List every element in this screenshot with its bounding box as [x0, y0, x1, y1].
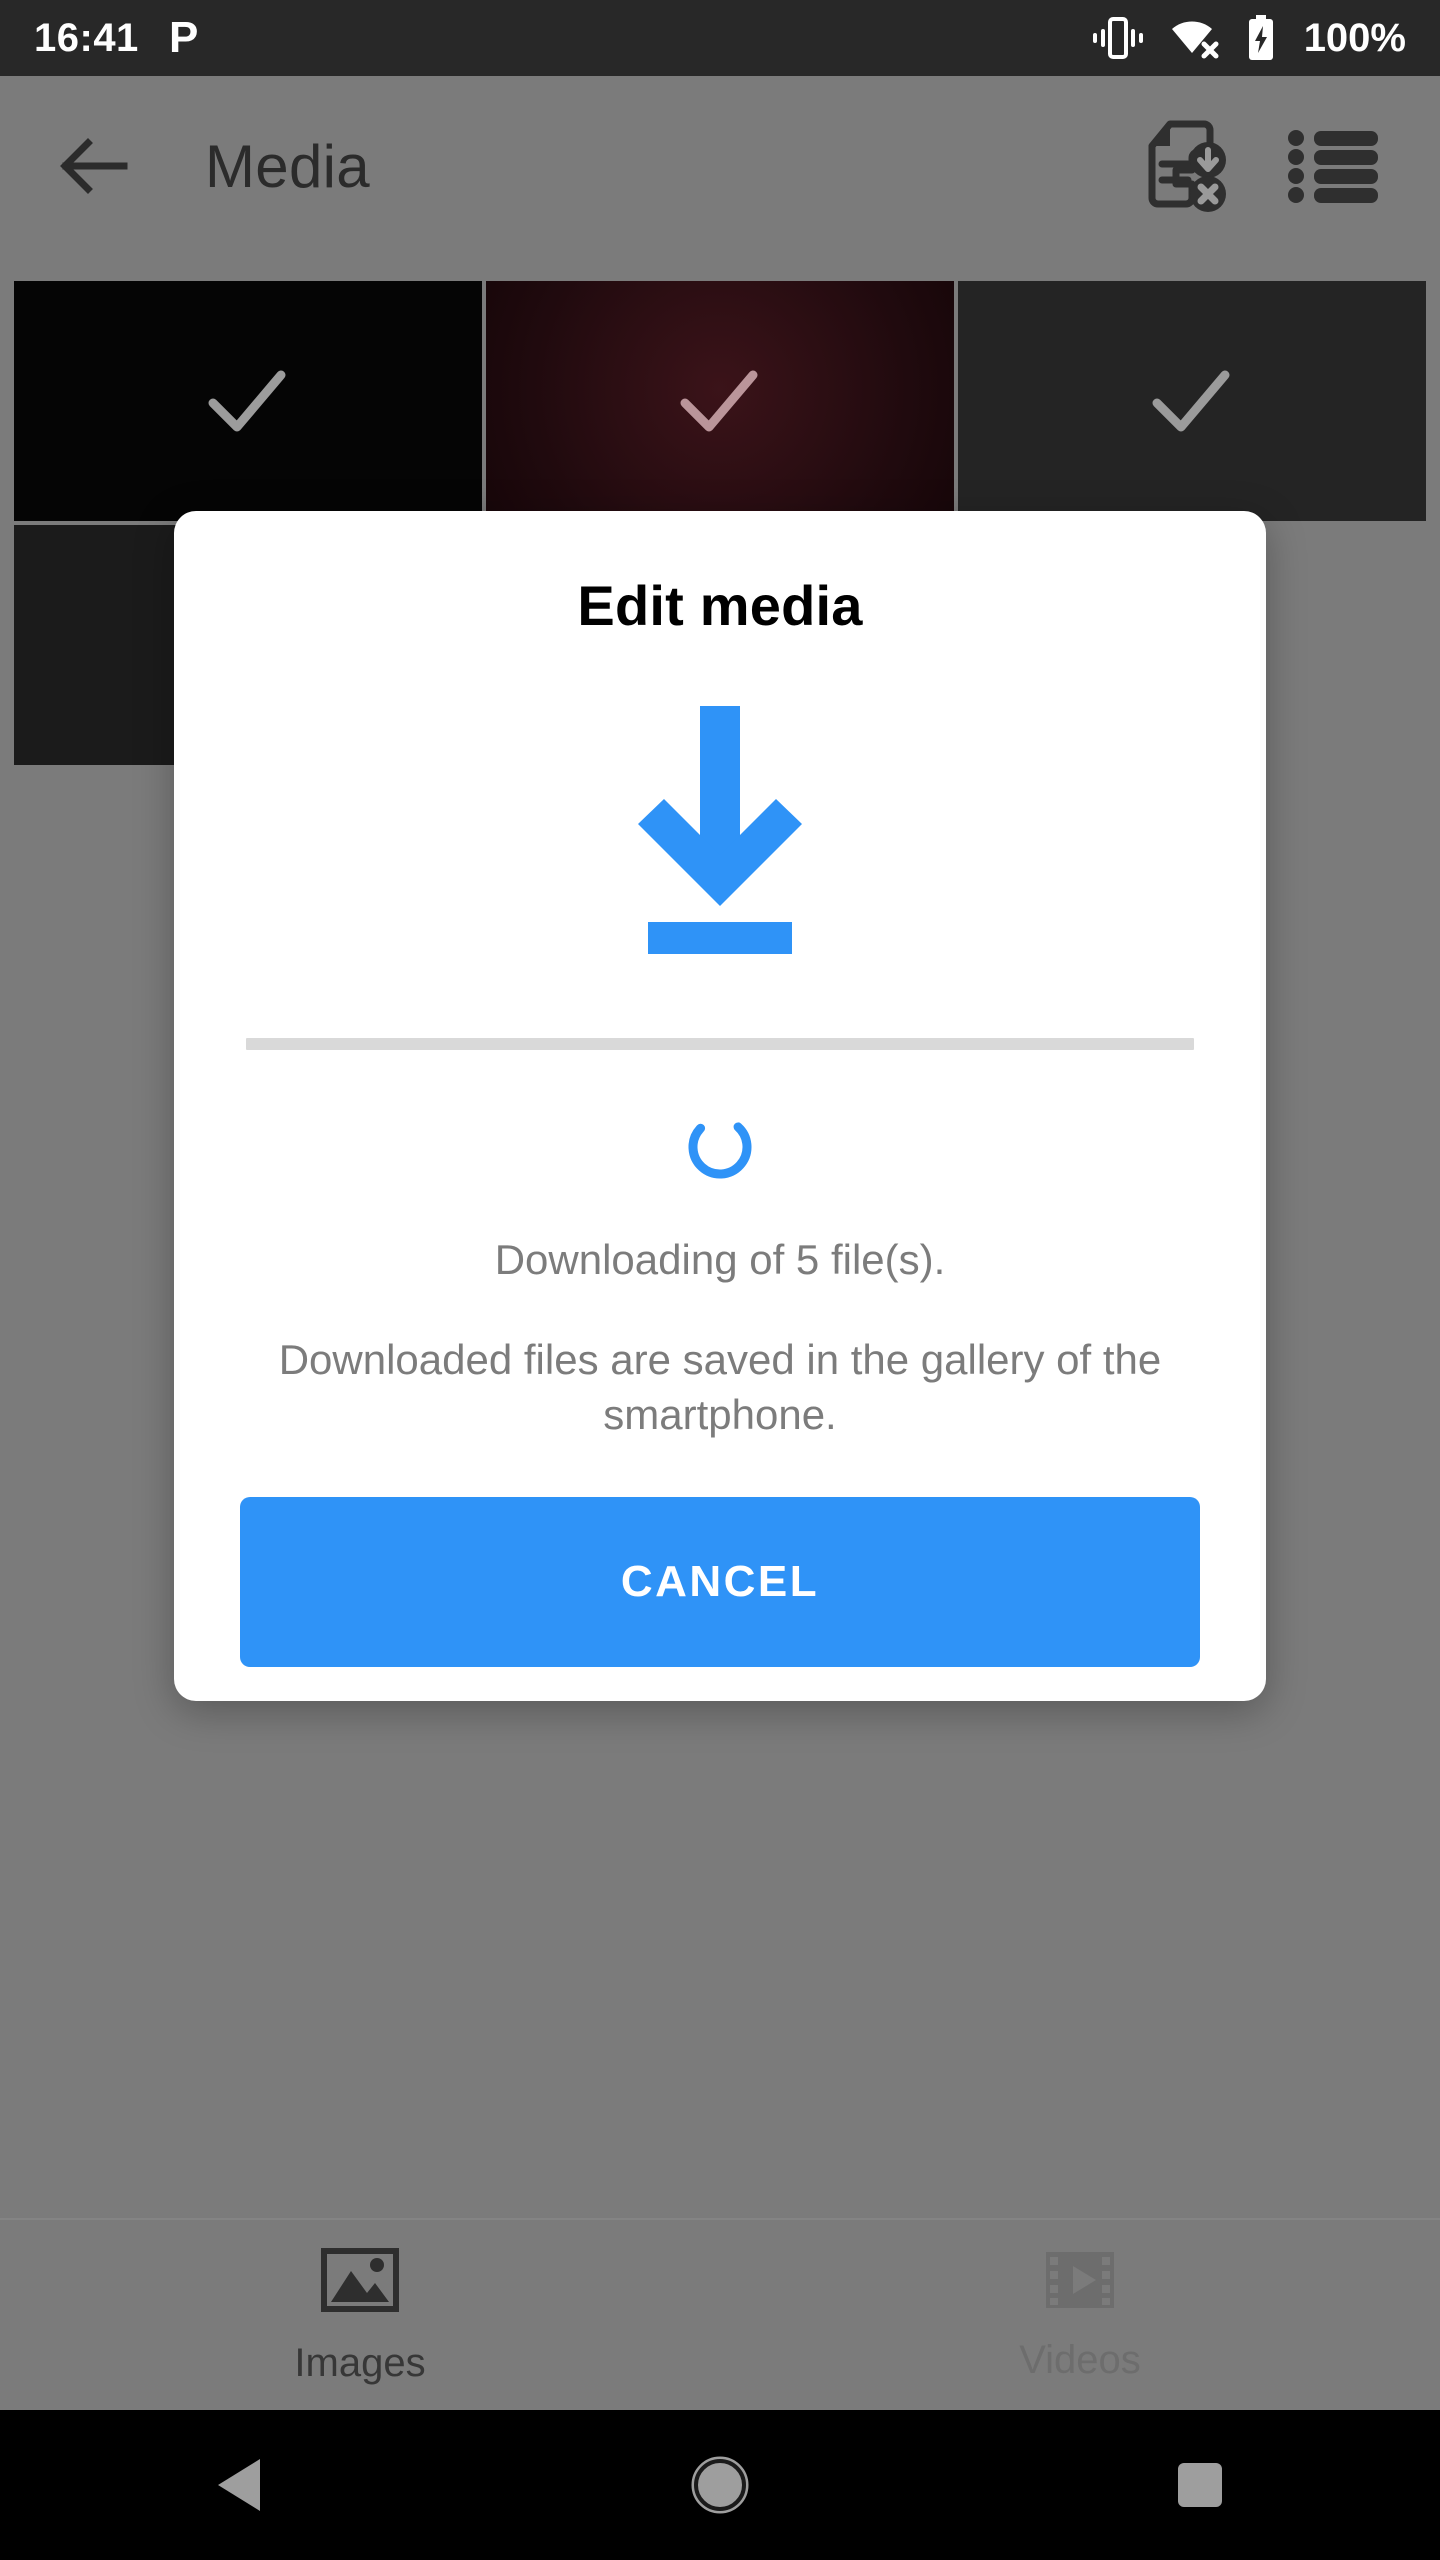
- download-progress-bar: [246, 1038, 1194, 1050]
- loading-spinner-icon: [688, 1115, 752, 1179]
- svg-text:P: P: [169, 16, 198, 60]
- vibrate-icon: [1092, 17, 1143, 59]
- dialog-title: Edit media: [577, 574, 863, 637]
- download-status-text: Downloading of 5 file(s).: [494, 1236, 946, 1283]
- nav-home-button[interactable]: [630, 2410, 810, 2560]
- download-arrow-icon: [638, 706, 802, 954]
- app-notification-icon: P: [169, 16, 198, 60]
- phone-screen: 16:41 P 100% Media Images Videos Edit me…: [0, 0, 1440, 2560]
- triangle-back-icon: [218, 2459, 260, 2511]
- download-illustration: [174, 706, 1266, 954]
- loading-indicator: [174, 1110, 1266, 1184]
- battery-percent-label: 100%: [1303, 16, 1406, 60]
- battery-charging-icon: [1248, 15, 1273, 60]
- circle-home-icon: [691, 2456, 749, 2514]
- status-bar-left: 16:41 P: [34, 16, 203, 60]
- cancel-button[interactable]: CANCEL: [240, 1496, 1200, 1667]
- status-bar: 16:41 P 100%: [0, 0, 1440, 76]
- status-bar-clock: 16:41: [34, 16, 139, 60]
- edit-media-dialog: Edit media Downloading of 5 file(s). Dow…: [174, 511, 1266, 1701]
- status-bar-right: 100%: [1092, 15, 1406, 61]
- square-recents-icon: [1178, 2463, 1222, 2507]
- download-hint-text: Downloaded files are saved in the galler…: [278, 1336, 1162, 1439]
- wifi-off-icon: [1171, 21, 1219, 59]
- nav-back-button[interactable]: [150, 2410, 330, 2560]
- system-navigation-bar: [0, 2410, 1440, 2560]
- nav-recents-button[interactable]: [1110, 2410, 1290, 2560]
